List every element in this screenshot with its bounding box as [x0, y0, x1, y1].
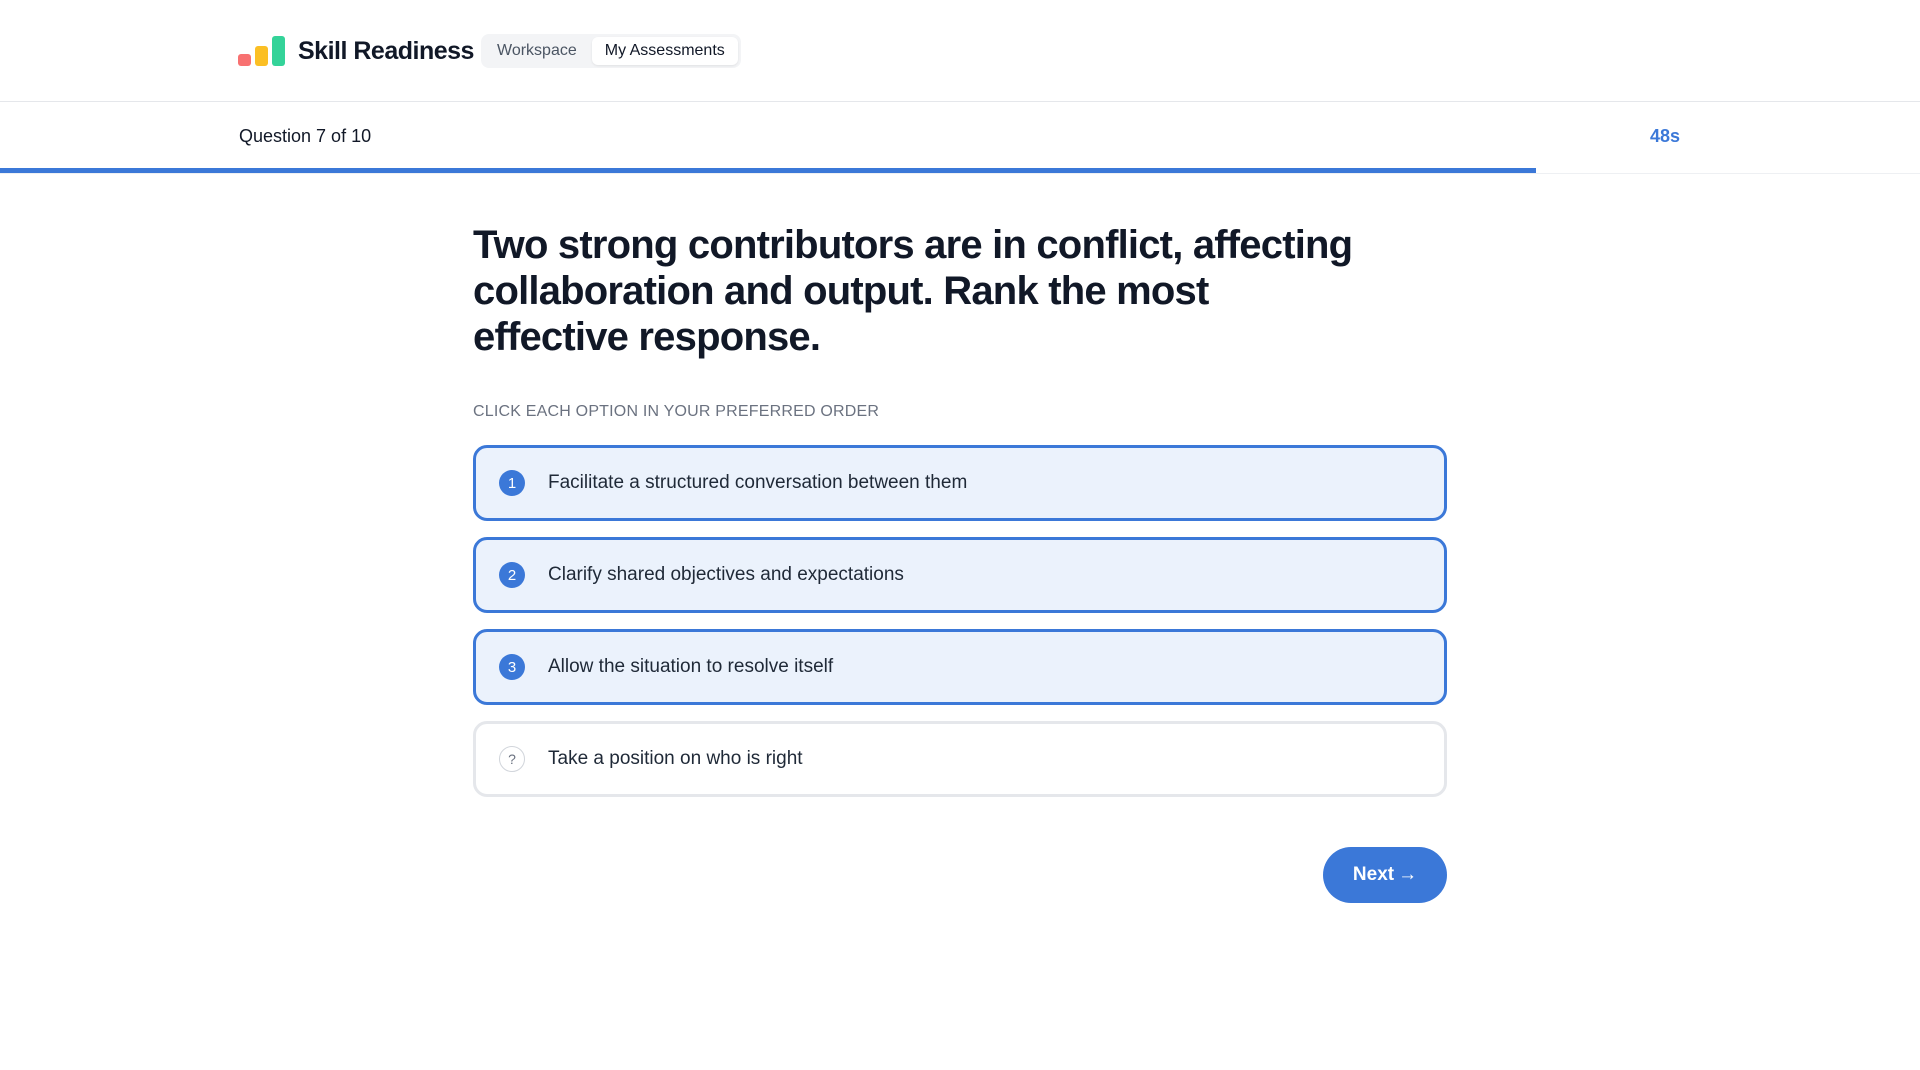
- brand-name: Skill Readiness: [298, 36, 474, 65]
- question-counter: Question 7 of 10: [239, 126, 372, 146]
- rank-badge: 2: [499, 562, 525, 588]
- option-label: Allow the situation to resolve itself: [548, 656, 834, 677]
- logo-bar-tall: [272, 36, 285, 66]
- option-list: 1 Facilitate a structured conversation b…: [473, 445, 1447, 797]
- option-label: Clarify shared objectives and expectatio…: [548, 564, 904, 585]
- bar-chart-logo-icon: [238, 36, 286, 66]
- logo-bar-short: [238, 54, 251, 66]
- tab-my-assessments[interactable]: My Assessments: [591, 37, 738, 65]
- option-take-position[interactable]: ? Take a position on who is right: [473, 721, 1447, 797]
- option-clarify-objectives[interactable]: 2 Clarify shared objectives and expectat…: [473, 537, 1447, 613]
- rank-badge: 1: [499, 470, 525, 496]
- option-facilitate-conversation[interactable]: 1 Facilitate a structured conversation b…: [473, 445, 1447, 521]
- question-mark-icon: ?: [499, 746, 525, 772]
- progress-bar: [0, 168, 1920, 174]
- actions: Next →: [473, 847, 1447, 903]
- nav-tabs: Workspace My Assessments: [481, 34, 741, 68]
- next-button[interactable]: Next →: [1323, 847, 1447, 903]
- option-allow-resolve[interactable]: 3 Allow the situation to resolve itself: [473, 629, 1447, 705]
- tab-workspace[interactable]: Workspace: [484, 37, 590, 65]
- timer: 48s: [1649, 126, 1680, 146]
- progress-bar-fill: [0, 168, 1536, 173]
- rank-badge: 3: [499, 654, 525, 680]
- option-label: Take a position on who is right: [548, 748, 803, 769]
- question-status-bar: Question 7 of 10 48s: [0, 102, 1920, 174]
- logo-bar-medium: [255, 46, 268, 66]
- next-button-label: Next: [1352, 864, 1395, 885]
- question-panel: Two strong contributors are in conflict,…: [473, 222, 1447, 903]
- top-navigation: Skill Readiness Workspace My Assessments: [0, 0, 1920, 102]
- option-label: Facilitate a structured conversation bet…: [548, 472, 968, 493]
- instruction-text: CLICK EACH OPTION IN YOUR PREFERRED ORDE…: [473, 403, 880, 420]
- arrow-right-icon: →: [1398, 864, 1418, 885]
- brand[interactable]: Skill Readiness: [238, 34, 474, 68]
- question-text: Two strong contributors are in conflict,…: [473, 223, 1353, 359]
